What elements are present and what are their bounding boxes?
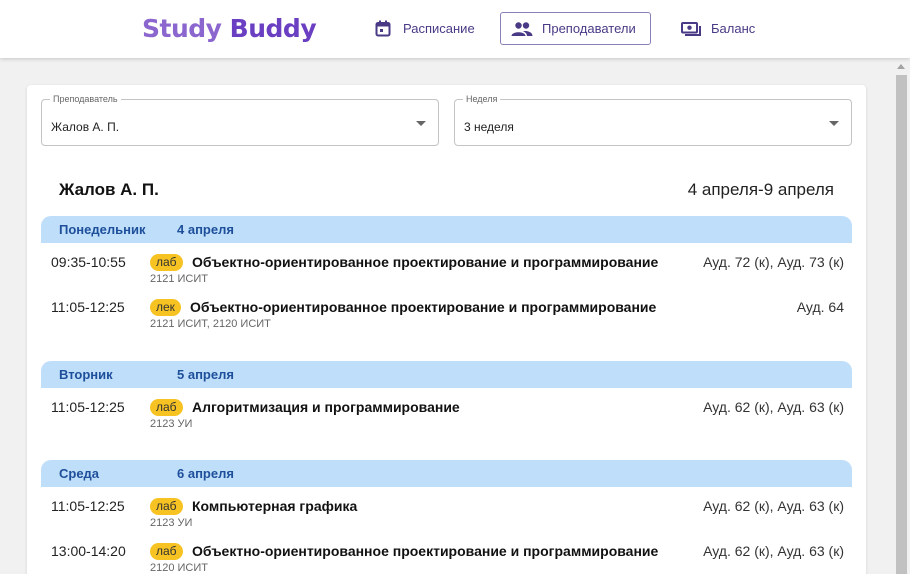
scroll-up-arrow-icon[interactable] [897,64,905,69]
teacher-select-label: Преподаватель [50,94,121,105]
schedule-card: Преподаватель Жалов А. П. Неделя 3 недел… [27,85,866,574]
day-name: Среда [59,466,100,481]
teacher-select-value: Жалов А. П. [51,120,120,134]
nav-schedule-label: Расписание [403,21,475,36]
week-select-value: 3 неделя [464,120,514,134]
lesson-time: 11:05-12:25 [51,299,125,315]
lesson-groups: 2123 УИ [150,517,193,529]
nav-teachers-label: Преподаватели [542,21,636,36]
week-select-label: Неделя [463,94,501,105]
lesson-room: Ауд. 64 [796,299,844,315]
day-date: 6 апреля [177,466,234,481]
week-select[interactable]: Неделя 3 неделя [454,94,852,146]
lesson-type-badge: лаб [150,543,183,560]
date-range: 4 апреля-9 апреля [687,180,834,199]
lesson-time: 11:05-12:25 [51,399,125,415]
lesson-room: Ауд. 62 (к), Ауд. 63 (к) [703,498,844,514]
lesson-groups: 2121 ИСИТ, 2120 ИСИТ [150,318,271,330]
lesson-subject: Объектно-ориентированное проектирование … [192,543,659,559]
lesson-subject: Объектно-ориентированное проектирование … [190,299,657,315]
cash-icon [680,20,702,38]
lesson-room: Ауд. 72 (к), Ауд. 73 (к) [703,254,844,270]
nav-schedule[interactable]: Расписание [362,12,489,45]
scroll-thumb[interactable] [896,75,907,574]
people-icon [511,20,533,38]
lesson-room: Ауд. 62 (к), Ауд. 63 (к) [703,543,844,559]
dropdown-arrow-icon [416,121,426,126]
day-date: 5 апреля [177,367,234,382]
lesson-row: 11:05-12:25 лек Объектно-ориентированное… [41,299,852,339]
calendar-icon [372,20,394,38]
nav-balance-label: Баланс [711,21,756,36]
lesson-groups: 2121 ИСИТ [150,273,209,285]
lesson-time: 11:05-12:25 [51,498,125,514]
lesson-subject: Алгоритмизация и программирование [192,399,460,415]
teacher-name-heading: Жалов А. П. [59,180,159,199]
lesson-time: 13:00-14:20 [51,543,126,559]
lesson-type-badge: лек [150,299,181,316]
lesson-row: 13:00-14:20 лаб Объектно-ориентированное… [41,543,852,574]
logo-part-1: Study [142,14,222,43]
lesson-type-badge: лаб [150,254,183,271]
lesson-time: 09:35-10:55 [51,254,126,270]
teacher-select[interactable]: Преподаватель Жалов А. П. [41,94,439,146]
lesson-row: 09:35-10:55 лаб Объектно-ориентированное… [41,254,852,294]
app-logo[interactable]: Study Buddy [142,14,317,43]
lesson-subject: Компьютерная графика [192,498,358,514]
nav-balance[interactable]: Баланс [670,12,769,45]
top-app-bar: Study Buddy Расписание Преподаватели Бал… [0,0,910,58]
logo-part-2: Buddy [229,14,317,43]
lesson-type-badge: лаб [150,498,183,515]
lesson-subject: Объектно-ориентированное проектирование … [192,254,659,270]
lesson-row: 11:05-12:25 лаб Алгоритмизация и програм… [41,399,852,439]
lesson-room: Ауд. 62 (к), Ауд. 63 (к) [703,399,844,415]
dropdown-arrow-icon [829,121,839,126]
day-name: Понедельник [59,222,146,237]
lesson-row: 11:05-12:25 лаб Компьютерная графика 212… [41,498,852,538]
day-header-wednesday: Среда 6 апреля [41,460,852,487]
day-header-monday: Понедельник 4 апреля [41,216,852,243]
lesson-groups: 2120 ИСИТ [150,562,209,574]
day-header-tuesday: Вторник 5 апреля [41,361,852,388]
day-date: 4 апреля [177,222,234,237]
page-scrollbar[interactable] [893,58,910,574]
lesson-groups: 2123 УИ [150,418,193,430]
day-name: Вторник [59,367,113,382]
lesson-type-badge: лаб [150,399,183,416]
nav-teachers[interactable]: Преподаватели [500,12,651,45]
